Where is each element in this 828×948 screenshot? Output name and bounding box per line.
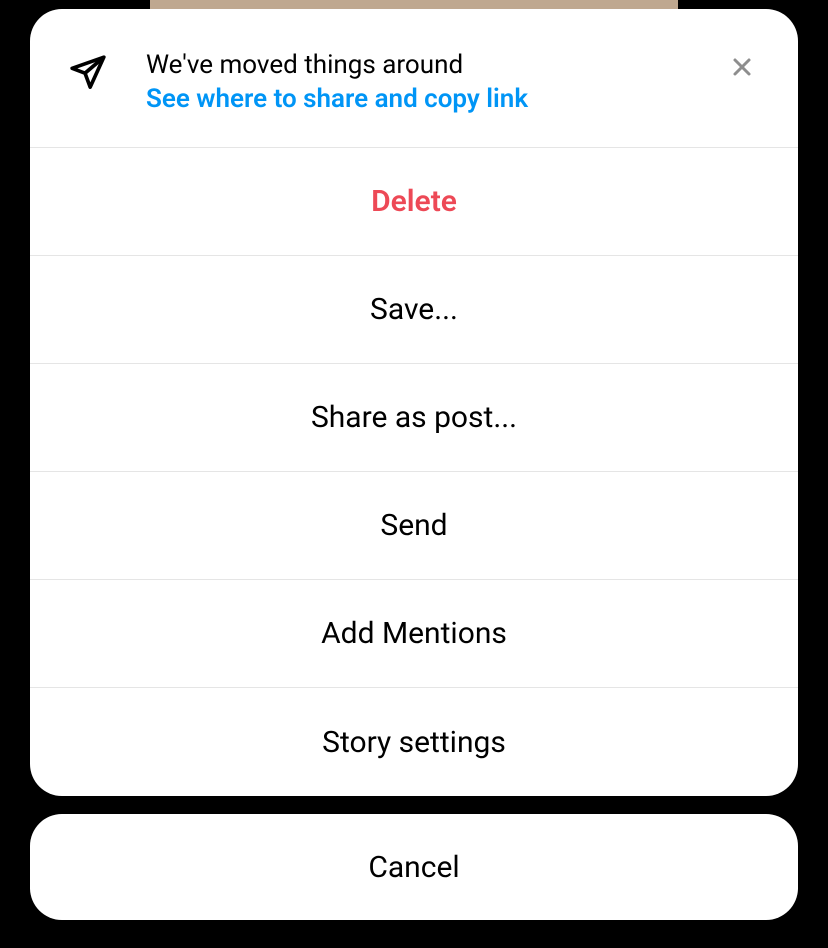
share-as-post-option[interactable]: Share as post... <box>30 364 798 472</box>
action-sheet-container: We've moved things around See where to s… <box>30 9 798 920</box>
share-as-post-option-label: Share as post... <box>311 400 517 435</box>
add-mentions-option[interactable]: Add Mentions <box>30 580 798 688</box>
send-option-label: Send <box>380 508 447 543</box>
save-option[interactable]: Save... <box>30 256 798 364</box>
sheet-header-title: We've moved things around <box>146 49 760 82</box>
sheet-header-link[interactable]: See where to share and copy link <box>146 83 760 117</box>
sheet-header: We've moved things around See where to s… <box>30 9 798 148</box>
story-settings-option[interactable]: Story settings <box>30 688 798 796</box>
delete-option-label: Delete <box>371 184 457 219</box>
cancel-button[interactable]: Cancel <box>30 814 798 920</box>
share-icon <box>68 53 108 93</box>
close-button[interactable] <box>724 49 760 85</box>
cancel-button-label: Cancel <box>368 850 459 885</box>
delete-option[interactable]: Delete <box>30 148 798 256</box>
action-sheet: We've moved things around See where to s… <box>30 9 798 796</box>
story-settings-option-label: Story settings <box>322 725 506 760</box>
sheet-header-text: We've moved things around See where to s… <box>146 49 760 117</box>
add-mentions-option-label: Add Mentions <box>321 616 507 651</box>
save-option-label: Save... <box>370 292 458 327</box>
close-icon <box>730 55 754 79</box>
send-option[interactable]: Send <box>30 472 798 580</box>
